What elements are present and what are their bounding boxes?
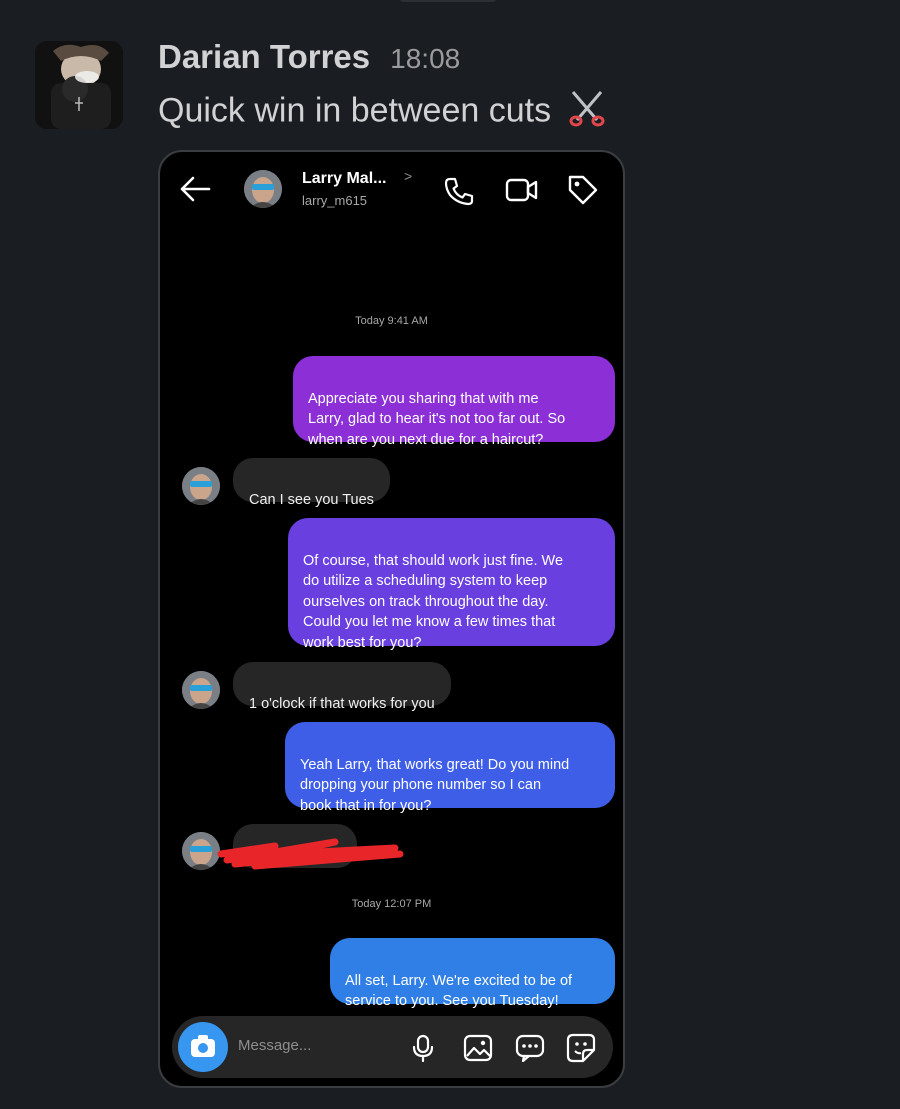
message-body: Quick win in between cuts xyxy=(158,91,552,130)
camera-icon xyxy=(191,1035,215,1057)
message-text: Yeah Larry, that works great! Do you min… xyxy=(300,756,570,814)
message-composer[interactable]: Message... xyxy=(172,1016,613,1078)
received-message[interactable]: 1 o'clock if that works for you xyxy=(233,662,451,712)
message-header: Darian Torres 18:08 xyxy=(158,38,460,82)
contact-handle: larry_m615 xyxy=(302,193,368,208)
video-call-icon[interactable] xyxy=(504,176,540,209)
contact-name[interactable]: Larry Mal... xyxy=(302,170,386,188)
author-name[interactable]: Darian Torres xyxy=(158,38,370,76)
phone-call-icon[interactable] xyxy=(443,176,475,211)
tag-icon[interactable] xyxy=(566,173,600,212)
chevron-right-icon[interactable]: > xyxy=(404,168,412,184)
camera-button[interactable] xyxy=(178,1022,228,1072)
contact-avatar[interactable] xyxy=(182,671,220,709)
dm-screenshot[interactable]: Larry Mal... > larry_m615 Today 9:41 AM … xyxy=(158,150,625,1088)
microphone-icon[interactable] xyxy=(410,1034,436,1067)
message-text: Quick win in between cuts xyxy=(158,88,607,137)
avatar[interactable] xyxy=(35,41,123,129)
back-arrow-icon[interactable] xyxy=(178,174,212,209)
sent-message[interactable]: All set, Larry. We're excited to be of s… xyxy=(330,938,615,1009)
message-time[interactable]: 18:08 xyxy=(390,43,460,75)
window-edge xyxy=(398,0,498,2)
sticker-icon[interactable] xyxy=(566,1033,596,1068)
contact-avatar[interactable] xyxy=(244,170,282,208)
message-text: All set, Larry. We're excited to be of s… xyxy=(345,972,573,1010)
message-input[interactable]: Message... xyxy=(238,1037,311,1054)
message-text: Of course, that should work just fine. W… xyxy=(303,552,564,651)
timestamp: Today 12:07 PM xyxy=(351,898,432,910)
message-text: 1 o'clock if that works for you xyxy=(249,695,435,712)
dm-header: Larry Mal... > larry_m615 xyxy=(160,152,623,227)
message-bubble-icon[interactable] xyxy=(515,1034,545,1067)
message-text: Can I see you Tues xyxy=(249,491,374,508)
scissors-icon xyxy=(567,88,607,137)
received-message[interactable]: Can I see you Tues xyxy=(233,458,390,508)
redaction-scribble xyxy=(215,834,405,879)
sent-message[interactable]: Yeah Larry, that works great! Do you min… xyxy=(285,722,615,814)
sent-message[interactable]: Appreciate you sharing that with me Larr… xyxy=(293,356,615,448)
contact-avatar[interactable] xyxy=(182,467,220,505)
timestamp: Today 9:41 AM xyxy=(355,315,428,327)
sent-message[interactable]: Of course, that should work just fine. W… xyxy=(288,518,615,651)
message-text: Appreciate you sharing that with me Larr… xyxy=(308,390,566,448)
gallery-icon[interactable] xyxy=(463,1034,493,1067)
